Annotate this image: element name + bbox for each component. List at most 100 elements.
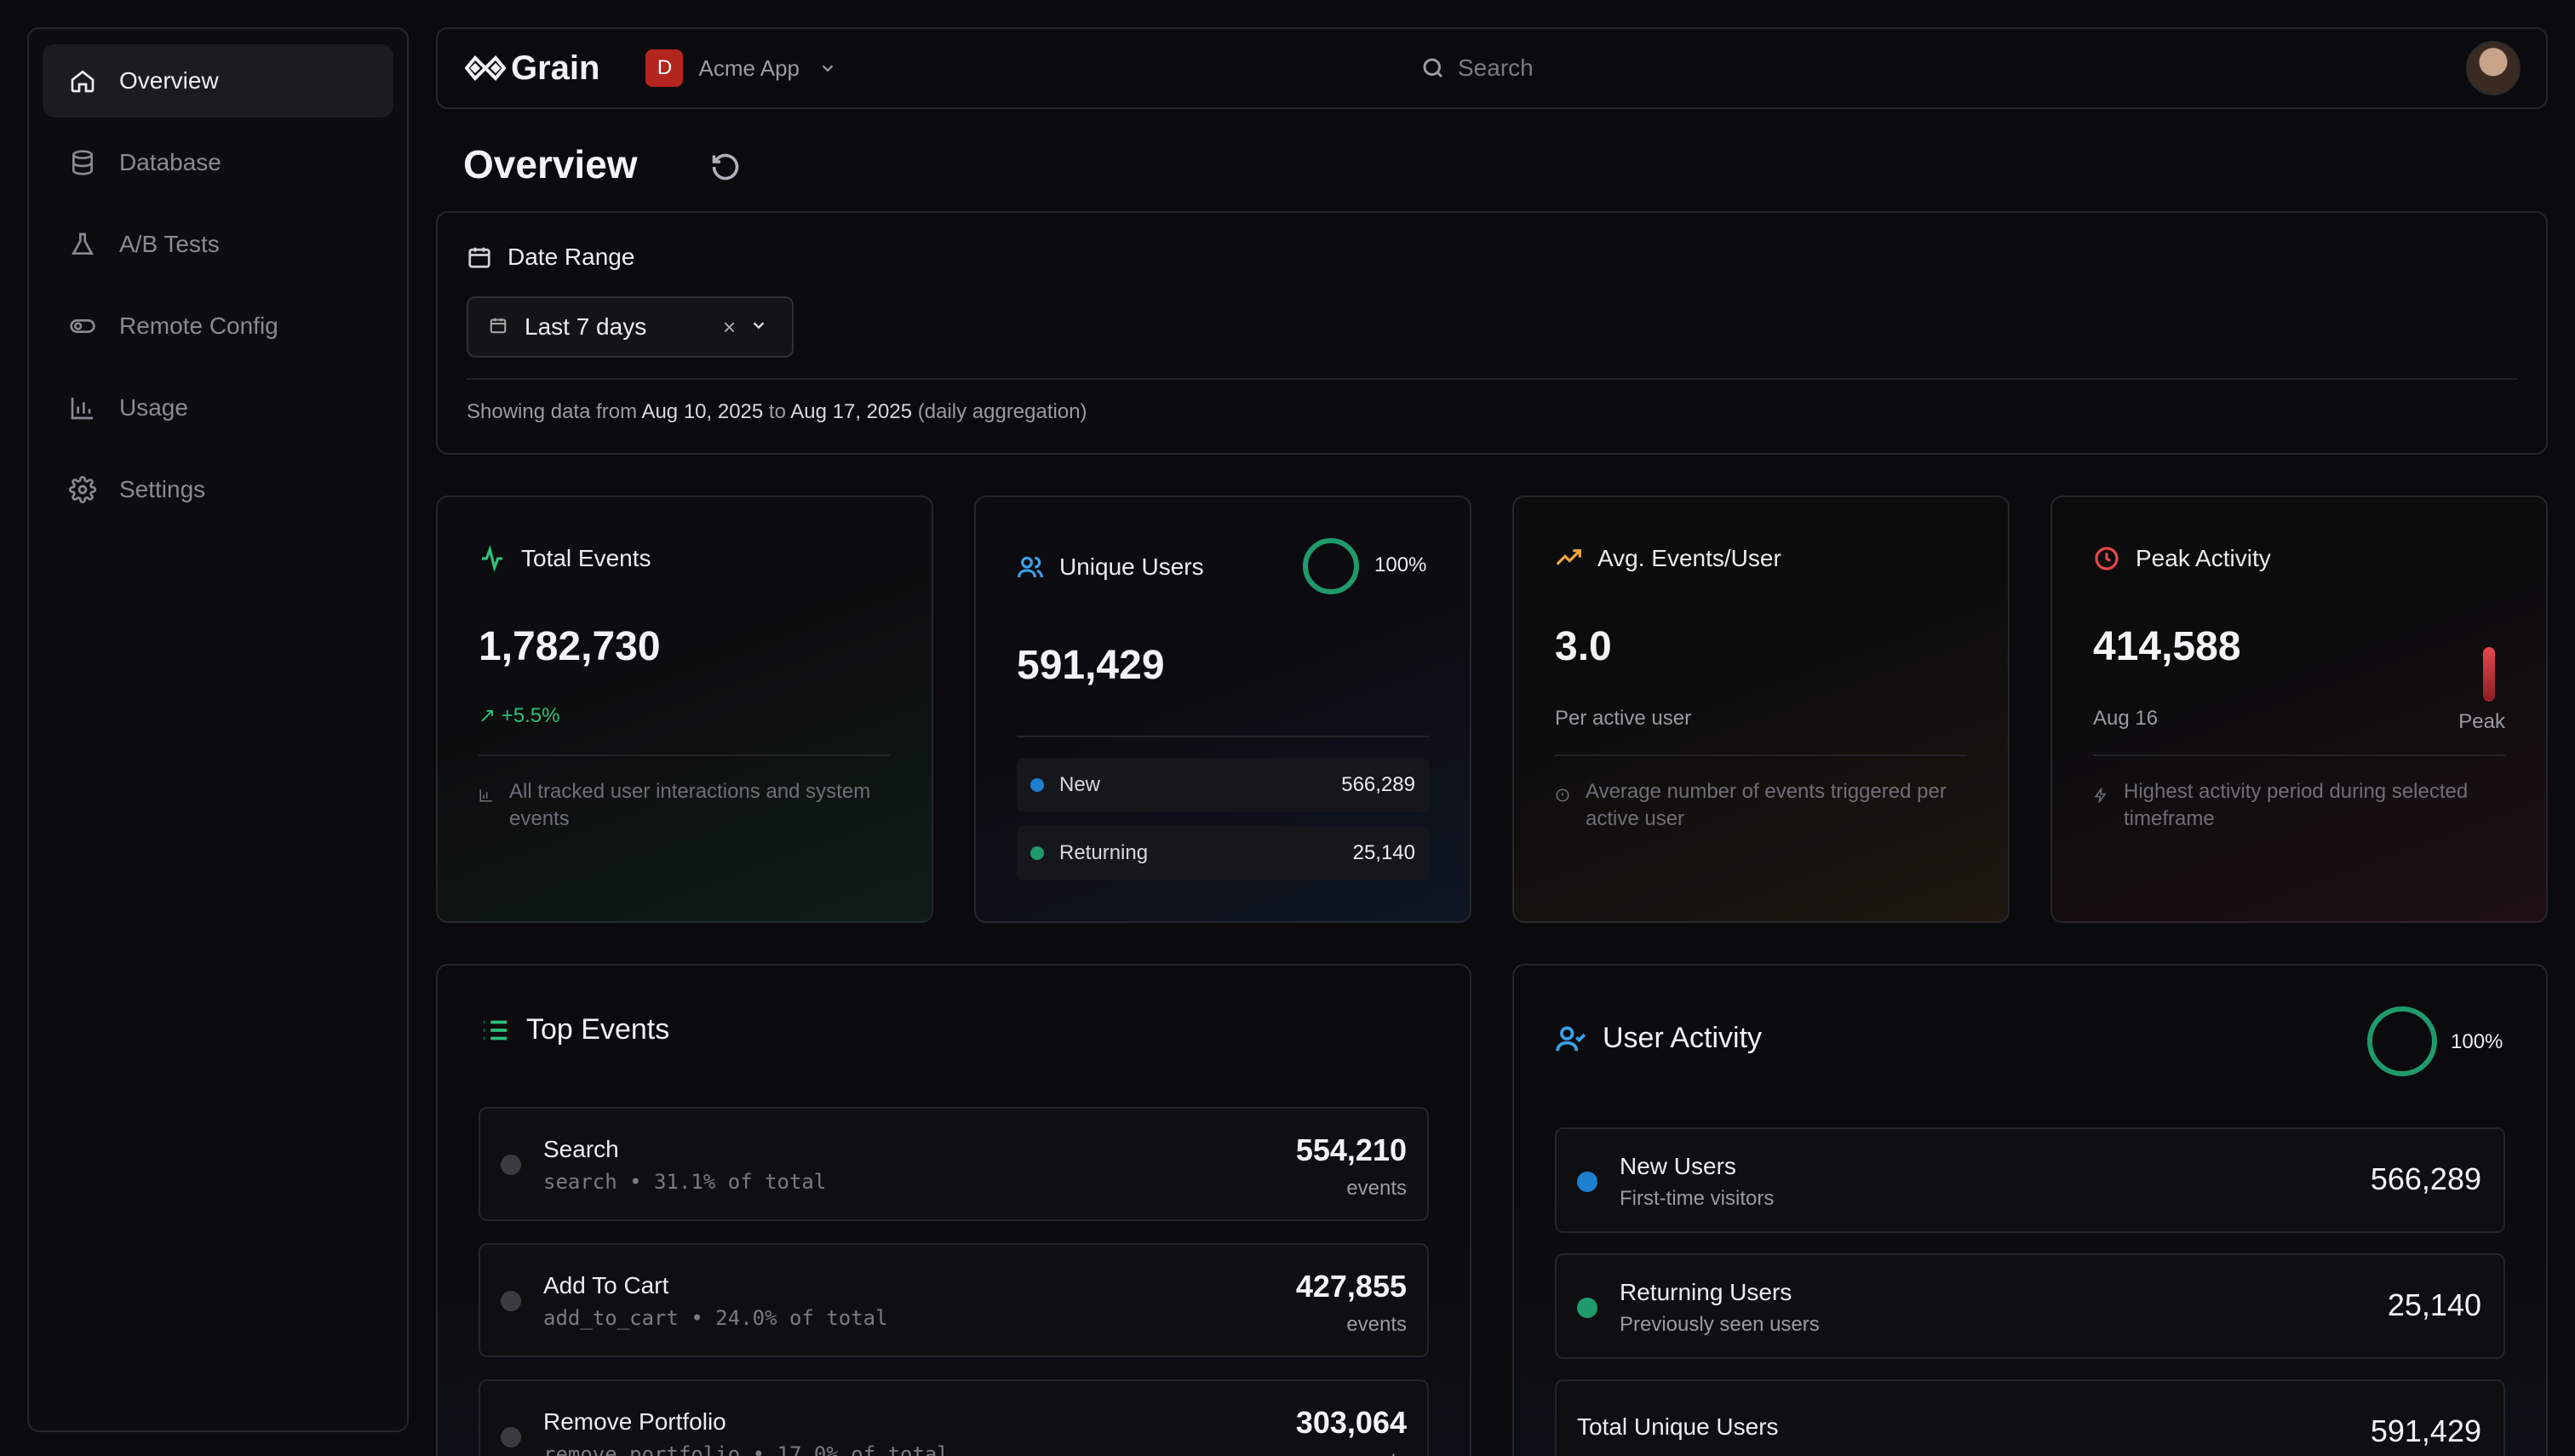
sidebar-item-ab-tests[interactable]: A/B Tests — [43, 208, 393, 281]
status-dot — [1030, 778, 1044, 792]
date-to: Aug 17, 2025 — [790, 400, 913, 423]
divider — [467, 378, 2517, 380]
event-code: add_to_cart • 24.0% of total — [543, 1306, 888, 1330]
avg-events-card: Avg. Events/User 3.0 Per active user Ave… — [1512, 496, 2010, 923]
topbar: Grain D Acme App Search — [436, 27, 2548, 109]
arrow-up-right-icon: ↗ — [479, 704, 496, 727]
panel-title-text: Top Events — [526, 1013, 670, 1046]
app-badge: D — [645, 49, 684, 87]
progress-ring — [1303, 538, 1359, 594]
date-range-label: Date Range — [467, 244, 634, 271]
returning-users-row[interactable]: Returning Users Previously seen users 25… — [1555, 1253, 2505, 1359]
chevron-down-icon[interactable] — [749, 313, 768, 341]
total-label: Total Unique Users — [1577, 1413, 1779, 1440]
top-events-panel: Top Events Search search • 31.1% of tota… — [436, 964, 1471, 1456]
event-unit: events — [1346, 1177, 1407, 1200]
avg-events-sub: Per active user — [1555, 707, 1692, 730]
event-unit: events — [1346, 1449, 1407, 1456]
chevron-down-icon — [822, 65, 834, 72]
new-users-row: New 566,289 — [1017, 758, 1429, 812]
peak-label: Peak — [2458, 710, 2505, 733]
peak-activity-value: 414,588 — [2093, 624, 2241, 669]
app-root: Overview Database A/B Tests Remote Confi… — [0, 0, 2575, 1456]
app-name: Acme App — [698, 54, 800, 81]
card-header: Avg. Events/User — [1555, 545, 1781, 572]
event-count: 303,064 — [1295, 1405, 1407, 1440]
activity-icon — [482, 545, 502, 572]
bolt-icon — [2093, 783, 2108, 833]
user-check-icon — [1556, 1025, 1586, 1051]
app-switcher[interactable]: D Acme App — [645, 49, 837, 87]
sidebar: Overview Database A/B Tests Remote Confi… — [27, 27, 409, 1432]
change-value: +5.5% — [501, 704, 560, 727]
grain-logo[interactable]: Grain — [465, 49, 599, 88]
card-title: Peak Activity — [2136, 545, 2271, 571]
card-header: Unique Users — [1017, 553, 1204, 581]
new-users-row[interactable]: New Users First-time visitors 566,289 — [1555, 1127, 2505, 1233]
card-description: Highest activity period during selected … — [2093, 778, 2505, 833]
event-name: Search — [543, 1136, 619, 1162]
list-icon — [484, 1020, 508, 1040]
trending-up-icon — [1556, 549, 1581, 565]
page-title: Overview — [463, 142, 638, 186]
info-prefix: Showing data from — [467, 400, 638, 423]
date-range-info: Showing data from Aug 10, 2025 to Aug 17… — [467, 400, 1087, 424]
card-description: Average number of events triggered per a… — [1555, 778, 1967, 833]
event-count: 554,210 — [1295, 1132, 1407, 1167]
row-subtitle: First-time visitors — [1620, 1187, 1775, 1210]
sidebar-item-label: Database — [119, 149, 221, 175]
chart-icon — [479, 783, 494, 833]
sidebar-item-label: A/B Tests — [119, 231, 220, 257]
row-value: 25,140 — [2387, 1287, 2481, 1322]
list-item[interactable]: Add To Cart add_to_cart • 24.0% of total… — [479, 1243, 1429, 1357]
row-value: 566,289 — [2370, 1161, 2481, 1196]
event-unit: events — [1346, 1313, 1407, 1336]
date-range-value: Last 7 days — [525, 313, 647, 340]
event-bullet — [501, 1427, 521, 1447]
divider — [2093, 754, 2505, 756]
event-name: Add To Cart — [543, 1272, 669, 1298]
row-label: Returning — [1059, 841, 1149, 864]
row-label: New — [1059, 773, 1101, 796]
clear-icon[interactable]: × — [723, 314, 736, 341]
sidebar-item-usage[interactable]: Usage — [43, 371, 393, 444]
list-item[interactable]: Remove Portfolio remove_portfolio • 17.0… — [479, 1379, 1429, 1456]
home-icon — [68, 66, 97, 95]
list-item[interactable]: Search search • 31.1% of total 554,210 e… — [479, 1107, 1429, 1221]
ring-percent: 100% — [1374, 553, 1427, 576]
card-title: Total Events — [521, 545, 651, 571]
date-range-select[interactable]: Last 7 days × — [467, 296, 794, 358]
sidebar-item-database[interactable]: Database — [43, 126, 393, 199]
peak-date: Aug 16 — [2093, 707, 2159, 730]
date-from: Aug 10, 2025 — [641, 400, 764, 423]
logo-text: Grain — [511, 49, 600, 87]
card-header: Peak Activity — [2093, 545, 2271, 572]
event-bullet — [501, 1291, 521, 1311]
grain-logo-icon — [465, 55, 506, 81]
search-input[interactable]: Search — [1420, 54, 1534, 82]
sidebar-item-settings[interactable]: Settings — [43, 453, 393, 526]
calendar-icon — [489, 313, 525, 341]
status-dot — [1577, 1172, 1597, 1192]
progress-ring — [2367, 1006, 2437, 1076]
event-name: Remove Portfolio — [543, 1408, 726, 1435]
date-range-panel: Date Range Last 7 days × Showing data fr… — [436, 211, 2548, 455]
sidebar-item-remote-config[interactable]: Remote Config — [43, 289, 393, 363]
row-title: Returning Users — [1620, 1279, 1792, 1305]
row-subtitle: Previously seen users — [1620, 1313, 1820, 1336]
calendar-icon — [468, 247, 490, 268]
avg-events-value: 3.0 — [1555, 624, 1612, 669]
sidebar-item-label: Overview — [119, 67, 219, 94]
description-text: Average number of events triggered per a… — [1586, 780, 1947, 830]
description-text: All tracked user interactions and system… — [509, 780, 871, 830]
sidebar-item-overview[interactable]: Overview — [43, 44, 393, 118]
row-value: 566,289 — [1341, 773, 1415, 796]
event-code: search • 31.1% of total — [543, 1170, 827, 1194]
description-text: Highest activity period during selected … — [2124, 780, 2469, 830]
avatar[interactable] — [2466, 41, 2521, 95]
users-icon — [1018, 556, 1043, 578]
total-events-card: Total Events 1,782,730 ↗ +5.5% All track… — [436, 496, 933, 923]
status-dot — [1577, 1298, 1597, 1318]
refresh-icon[interactable] — [710, 152, 741, 182]
returning-users-row: Returning 25,140 — [1017, 826, 1429, 880]
